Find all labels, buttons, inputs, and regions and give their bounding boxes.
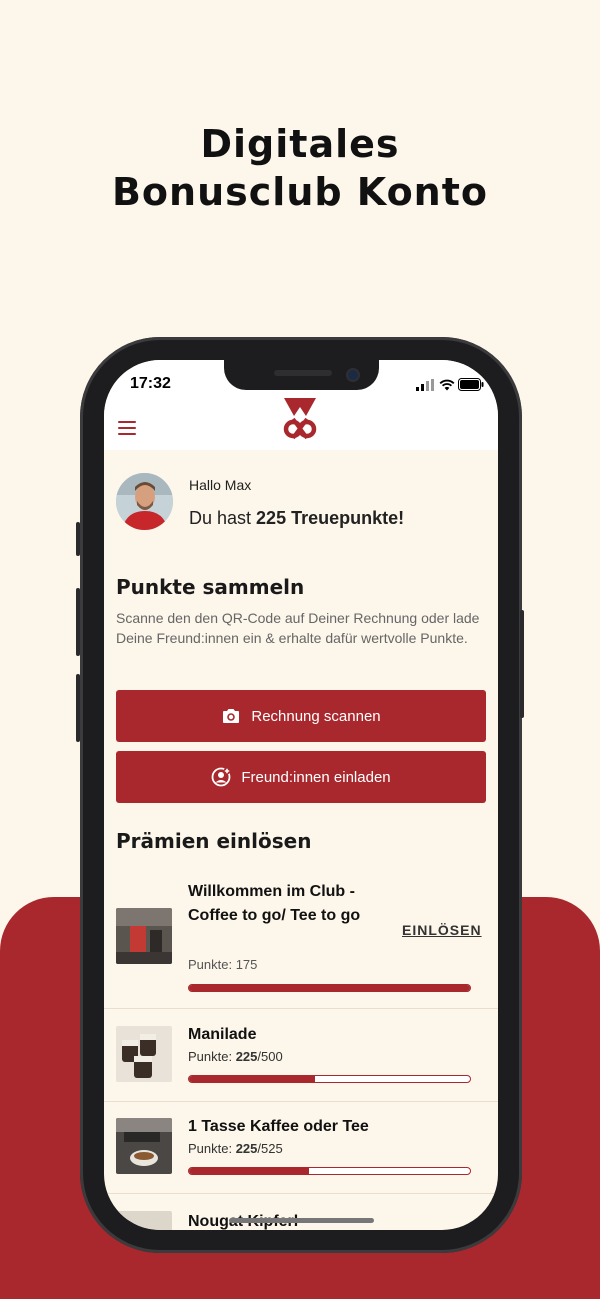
phone-volume-down	[76, 674, 80, 742]
reward-progress-fill	[189, 1076, 316, 1082]
avatar[interactable]	[116, 473, 173, 530]
hamburger-menu-icon[interactable]	[118, 421, 136, 435]
reward-points: Punkte: 175	[188, 957, 258, 972]
reward-points: Punkte: 225/525	[188, 1141, 283, 1156]
reward-points-current: 225	[235, 1141, 258, 1156]
brand-logo[interactable]	[282, 398, 318, 440]
profile-photo	[116, 473, 173, 530]
collect-description: Scanne den den QR-Code auf Deiner Rechnu…	[116, 610, 480, 646]
reward-points: Punkte: 225/500	[188, 1049, 283, 1064]
points-prefix: Du hast	[189, 508, 257, 528]
app-bar: 17:32	[104, 360, 498, 450]
phone-volume-up	[76, 588, 80, 656]
reward-thumbnail-coffee-cup	[116, 1118, 172, 1174]
phone-screen: 17:32 Hallo Max Du hast 225 Treuepunkte!…	[104, 360, 498, 1230]
phone-power-button	[520, 610, 524, 718]
reward-item[interactable]: Nougat Kipferl	[104, 1194, 498, 1230]
collect-section-title: Punkte sammeln	[116, 575, 305, 599]
points-value: 225 Treuepunkte!	[256, 508, 405, 528]
promo-headline: Digitales Bonusclub Konto	[0, 120, 600, 216]
phone-silent-switch	[76, 522, 80, 556]
promo-headline-line2: Bonusclub Konto	[111, 170, 489, 214]
invite-friends-button[interactable]: Freund:innen einladen	[116, 751, 486, 803]
reward-progress-bar	[188, 984, 471, 992]
reward-progress-bar	[188, 1167, 471, 1175]
reward-title: 1 Tasse Kaffee oder Tee	[188, 1118, 369, 1135]
reward-points-total: /500	[257, 1049, 283, 1064]
scan-receipt-button[interactable]: Rechnung scannen	[116, 690, 486, 742]
scan-receipt-label: Rechnung scannen	[251, 707, 381, 725]
reward-points-total: /525	[257, 1141, 283, 1156]
notch-camera	[346, 368, 360, 382]
redeem-button[interactable]: EINLÖSEN	[402, 922, 482, 938]
status-time: 17:32	[130, 375, 171, 392]
reward-item[interactable]: Manilade Punkte: 225/500	[104, 1009, 498, 1102]
status-icons	[416, 378, 484, 392]
reward-progress-fill	[189, 1168, 310, 1174]
reward-thumbnail-manilade	[116, 1026, 172, 1082]
cellular-signal-icon	[416, 379, 434, 391]
add-user-icon	[211, 767, 231, 787]
reward-progress-bar	[188, 1075, 471, 1083]
camera-icon	[223, 709, 240, 723]
reward-thumbnail-nougat-kipferl	[116, 1211, 172, 1230]
phone-notch	[224, 360, 379, 390]
battery-icon	[458, 378, 484, 391]
greeting-text: Hallo Max	[189, 477, 252, 493]
wifi-icon	[439, 379, 455, 391]
reward-item[interactable]: Willkommen im Club - Coffee to go/ Tee t…	[104, 872, 498, 1009]
invite-friends-label: Freund:innen einladen	[241, 768, 391, 786]
home-indicator[interactable]	[229, 1218, 374, 1223]
reward-points-current: 225	[235, 1049, 258, 1064]
reward-title: Manilade	[188, 1026, 257, 1043]
points-summary: Du hast 225 Treuepunkte!	[189, 508, 404, 529]
promo-headline-line1: Digitales	[200, 122, 400, 166]
reward-points-prefix: Punkte:	[188, 1141, 236, 1156]
reward-points-prefix: Punkte:	[188, 1049, 236, 1064]
rewards-section-title: Prämien einlösen	[116, 829, 312, 853]
reward-item[interactable]: 1 Tasse Kaffee oder Tee Punkte: 225/525	[104, 1101, 498, 1194]
reward-thumbnail-coffee-to-go	[116, 908, 172, 964]
reward-progress-fill	[189, 985, 470, 991]
notch-speaker	[274, 370, 332, 376]
reward-title: Willkommen im Club - Coffee to go/ Tee t…	[188, 883, 361, 924]
